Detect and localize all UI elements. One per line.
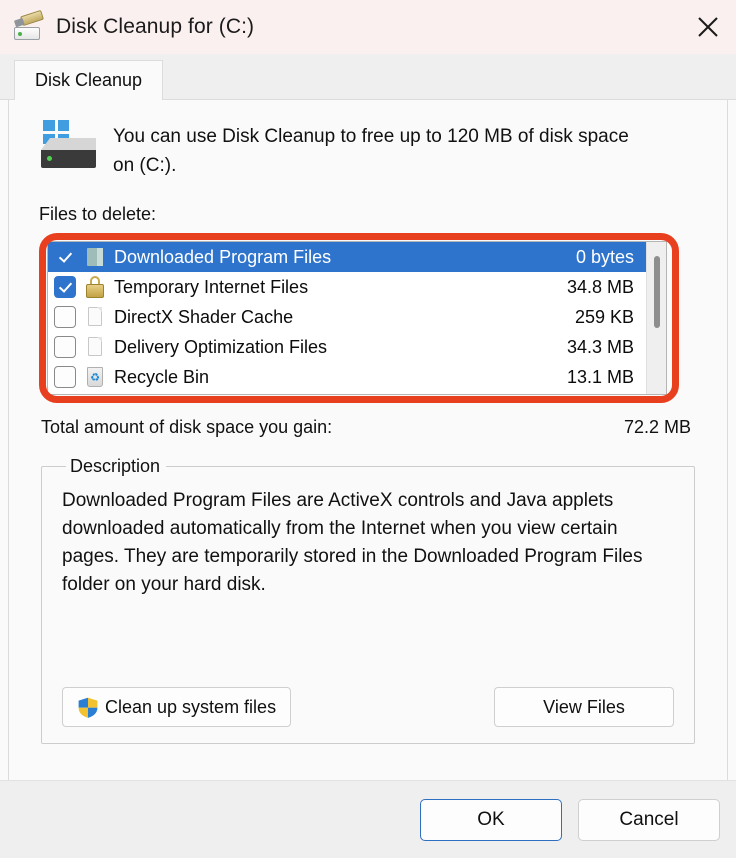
recycle-bin-icon: ♻ xyxy=(84,365,106,389)
window-title: Disk Cleanup for (C:) xyxy=(56,15,255,38)
files-list[interactable]: Downloaded Program Files 0 bytes Temporary… xyxy=(47,241,667,395)
ok-label: OK xyxy=(477,808,505,830)
title-bar: Disk Cleanup for (C:) xyxy=(0,0,736,54)
ok-button[interactable]: OK xyxy=(420,798,562,841)
tab-label: Disk Cleanup xyxy=(35,70,143,90)
table-row[interactable] xyxy=(48,392,646,394)
cancel-button[interactable]: Cancel xyxy=(578,798,720,841)
row-label: Temporary Internet Files xyxy=(114,276,309,297)
clean-up-system-files-button[interactable]: Clean up system files xyxy=(62,687,292,727)
table-row[interactable]: DirectX Shader Cache 259 KB xyxy=(48,302,646,332)
row-checkbox[interactable] xyxy=(54,336,76,358)
close-button[interactable] xyxy=(680,0,736,54)
files-list-rows: Downloaded Program Files 0 bytes Temporary… xyxy=(48,242,646,394)
description-legend: Description xyxy=(70,456,161,476)
table-row[interactable]: Downloaded Program Files 0 bytes xyxy=(48,242,646,272)
lock-icon xyxy=(84,275,106,299)
description-text: Downloaded Program Files are ActiveX con… xyxy=(62,490,643,595)
row-label: DirectX Shader Cache xyxy=(114,306,294,327)
disk-cleanup-window: Disk Cleanup for (C:) Disk Cleanup You c… xyxy=(0,0,736,858)
description-buttons: Clean up system files View Files xyxy=(62,687,674,727)
row-size: 0 bytes xyxy=(575,246,634,267)
row-checkbox[interactable] xyxy=(54,276,76,298)
row-size: 13.1 MB xyxy=(566,366,634,387)
list-scrollbar[interactable] xyxy=(646,242,666,394)
tab-strip: Disk Cleanup xyxy=(0,54,736,100)
table-row[interactable]: Delivery Optimization Files 34.3 MB xyxy=(48,332,646,362)
files-list-wrapper: Downloaded Program Files 0 bytes Temporary… xyxy=(39,233,697,403)
row-checkbox[interactable] xyxy=(54,246,76,268)
description-group: Description Downloaded Program Files are… xyxy=(41,456,695,744)
folder-icon xyxy=(84,245,106,269)
row-checkbox[interactable] xyxy=(54,366,76,388)
total-label: Total amount of disk space you gain: xyxy=(41,417,333,437)
row-size: 34.8 MB xyxy=(566,276,634,297)
intro-text: You can use Disk Cleanup to free up to 1… xyxy=(113,126,629,176)
close-icon xyxy=(695,14,721,40)
view-files-button[interactable]: View Files xyxy=(494,687,674,727)
row-label: Delivery Optimization Files xyxy=(114,336,328,357)
document-icon xyxy=(84,335,106,359)
dialog-footer: OK Cancel xyxy=(0,780,736,858)
document-icon xyxy=(84,305,106,329)
tab-disk-cleanup[interactable]: Disk Cleanup xyxy=(14,60,164,100)
row-label: Downloaded Program Files xyxy=(114,246,332,267)
page-content: You can use Disk Cleanup to free up to 1… xyxy=(8,100,728,780)
clean-up-system-files-label: Clean up system files xyxy=(105,696,277,717)
view-files-label: View Files xyxy=(543,696,625,717)
table-row[interactable]: Temporary Internet Files 34.8 MB xyxy=(48,272,646,302)
hard-drive-icon xyxy=(39,120,101,172)
scrollbar-thumb[interactable] xyxy=(654,256,660,328)
total-row: Total amount of disk space you gain: 72.… xyxy=(39,417,697,438)
intro-block: You can use Disk Cleanup to free up to 1… xyxy=(39,100,697,180)
total-value: 72.2 MB xyxy=(623,417,691,437)
disk-cleanup-icon xyxy=(12,9,46,42)
row-checkbox[interactable] xyxy=(54,306,76,328)
cancel-label: Cancel xyxy=(619,808,679,830)
files-to-delete-label: Files to delete: xyxy=(39,204,157,224)
row-label: Recycle Bin xyxy=(114,366,210,387)
row-size: 259 KB xyxy=(574,306,634,327)
uac-shield-icon xyxy=(77,695,99,719)
row-size: 34.3 MB xyxy=(566,336,634,357)
table-row[interactable]: ♻ Recycle Bin 13.1 MB xyxy=(48,362,646,392)
